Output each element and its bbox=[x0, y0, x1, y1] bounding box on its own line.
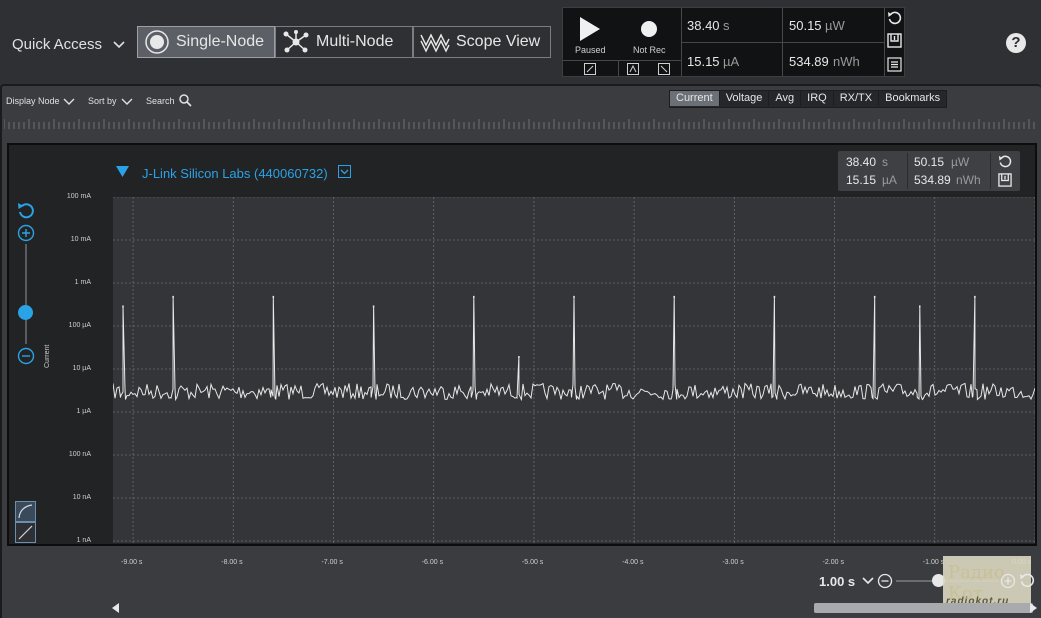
y-tick-label: 10 µA bbox=[72, 365, 91, 372]
divider bbox=[563, 60, 681, 61]
y-tick-label: 10 mA bbox=[70, 236, 91, 243]
device-title: J-Link Silicon Labs (440060732) bbox=[142, 166, 328, 181]
energy-unit: nWh bbox=[833, 54, 860, 69]
mode-label: Multi-Node bbox=[316, 33, 394, 50]
mode-label: Scope View bbox=[456, 33, 541, 50]
tab-voltage[interactable]: Voltage bbox=[720, 91, 770, 106]
sort-by-dropdown[interactable]: Sort by bbox=[88, 96, 117, 106]
trigger-falling-icon[interactable] bbox=[658, 63, 670, 75]
view-tabs: Current Voltage Avg IRQ RX/TX Bookmarks bbox=[669, 90, 948, 108]
divider bbox=[884, 8, 885, 76]
vertical-zoom-handle[interactable] bbox=[18, 305, 33, 320]
x-tick-label: -8.00 s bbox=[221, 559, 243, 566]
record-status-label: Not Rec bbox=[633, 45, 666, 55]
time-scale-dropdown[interactable]: 1.00 s bbox=[819, 574, 855, 589]
x-tick-label: -6.00 s bbox=[421, 559, 444, 566]
scope-wave-icon bbox=[420, 33, 450, 53]
info-power-unit: µW bbox=[951, 155, 970, 169]
zoom-out-icon[interactable] bbox=[877, 573, 893, 589]
x-tick-label: -7.00 s bbox=[321, 559, 343, 566]
energy-value: 534.89 bbox=[789, 54, 829, 69]
reset-icon[interactable] bbox=[887, 11, 902, 26]
mode-multi-node-button[interactable]: Multi-Node bbox=[275, 26, 413, 58]
quick-access-menu[interactable]: Quick Access bbox=[12, 36, 102, 53]
scroll-left-arrow-icon[interactable] bbox=[112, 603, 120, 613]
time-unit: s bbox=[723, 18, 730, 33]
info-current-unit: µA bbox=[882, 173, 897, 187]
current-value: 15.15 bbox=[687, 54, 720, 69]
divider bbox=[682, 42, 884, 43]
current-trace-chart[interactable] bbox=[113, 197, 1035, 543]
divider bbox=[907, 153, 908, 189]
collapse-triangle-icon[interactable] bbox=[116, 166, 129, 177]
reset-icon[interactable] bbox=[998, 155, 1012, 169]
tab-rxtx[interactable]: RX/TX bbox=[834, 91, 880, 106]
y-tick-label: 1 µA bbox=[76, 408, 91, 415]
x-tick-label: -9.00 s bbox=[121, 559, 143, 566]
mode-single-node-button[interactable]: Single-Node bbox=[137, 26, 275, 58]
single-node-icon bbox=[145, 30, 169, 54]
zoom-in-icon[interactable] bbox=[1000, 573, 1016, 589]
save-icon[interactable] bbox=[998, 173, 1012, 187]
mode-label: Single-Node bbox=[176, 33, 265, 50]
trigger-edge-icon[interactable] bbox=[627, 63, 639, 75]
y-tick-label: 10 nA bbox=[72, 494, 91, 501]
record-icon[interactable] bbox=[640, 20, 658, 38]
y-tick-label: 100 mA bbox=[66, 193, 91, 200]
x-tick-label: -5.00 s bbox=[521, 559, 544, 566]
menu-list-icon[interactable] bbox=[887, 57, 902, 72]
search-button[interactable]: Search bbox=[146, 96, 175, 106]
tab-bookmarks[interactable]: Bookmarks bbox=[879, 91, 946, 106]
x-tick-label: -1.00 s bbox=[922, 559, 945, 566]
search-icon[interactable] bbox=[179, 94, 192, 107]
chevron-down-icon[interactable] bbox=[121, 97, 133, 107]
divider bbox=[618, 60, 619, 76]
curve-mode-icon[interactable] bbox=[15, 501, 36, 522]
current-unit: µA bbox=[723, 54, 740, 69]
trigger-rising-icon[interactable] bbox=[584, 63, 596, 75]
info-energy-value: 534.89 bbox=[914, 173, 951, 187]
play-icon[interactable] bbox=[578, 16, 602, 42]
info-current-value: 15.15 bbox=[846, 173, 877, 187]
info-time-unit: s bbox=[882, 155, 888, 169]
device-dropdown-icon[interactable] bbox=[338, 165, 351, 178]
scrollbar-thumb[interactable] bbox=[814, 603, 1033, 613]
help-icon[interactable]: ? bbox=[1006, 33, 1026, 53]
display-node-dropdown[interactable]: Display Node bbox=[6, 96, 60, 106]
chevron-down-icon[interactable] bbox=[862, 576, 874, 586]
play-status-label: Paused bbox=[575, 45, 606, 55]
chevron-down-icon[interactable] bbox=[63, 97, 75, 107]
info-time-value: 38.40 bbox=[846, 155, 877, 169]
power-value: 50.15 bbox=[789, 18, 822, 33]
tab-avg[interactable]: Avg bbox=[769, 91, 802, 106]
chevron-down-icon[interactable] bbox=[112, 38, 126, 52]
vertical-zoom-track[interactable] bbox=[25, 244, 27, 344]
overview-tick-strip[interactable] bbox=[4, 118, 1037, 130]
y-tick-label: 100 nA bbox=[68, 451, 91, 458]
reset-zoom-icon[interactable] bbox=[17, 202, 35, 220]
multi-node-icon bbox=[283, 30, 309, 53]
divider bbox=[990, 153, 991, 189]
x-tick-label: -2.00 s bbox=[822, 559, 844, 566]
current-trace-line bbox=[113, 295, 1035, 402]
info-energy-unit: nWh bbox=[956, 173, 981, 187]
tab-irq[interactable]: IRQ bbox=[801, 91, 834, 106]
y-tick-label: 1 nA bbox=[76, 537, 91, 544]
x-tick-label: -4.00 s bbox=[622, 559, 644, 566]
tab-current[interactable]: Current bbox=[670, 91, 720, 106]
scroll-right-arrow-icon[interactable] bbox=[1029, 603, 1037, 613]
power-unit: µW bbox=[825, 18, 845, 33]
y-tick-label: 1 mA bbox=[74, 279, 91, 286]
reset-icon[interactable] bbox=[1019, 573, 1035, 589]
x-tick-label: -3.00 s bbox=[722, 559, 744, 566]
mode-scope-view-button[interactable]: Scope View bbox=[413, 26, 551, 58]
zoom-out-icon[interactable] bbox=[17, 347, 35, 365]
time-value: 38.40 bbox=[687, 18, 720, 33]
save-icon[interactable] bbox=[887, 33, 902, 48]
info-power-value: 50.15 bbox=[914, 155, 945, 169]
y-tick-label: 100 µA bbox=[68, 322, 91, 329]
